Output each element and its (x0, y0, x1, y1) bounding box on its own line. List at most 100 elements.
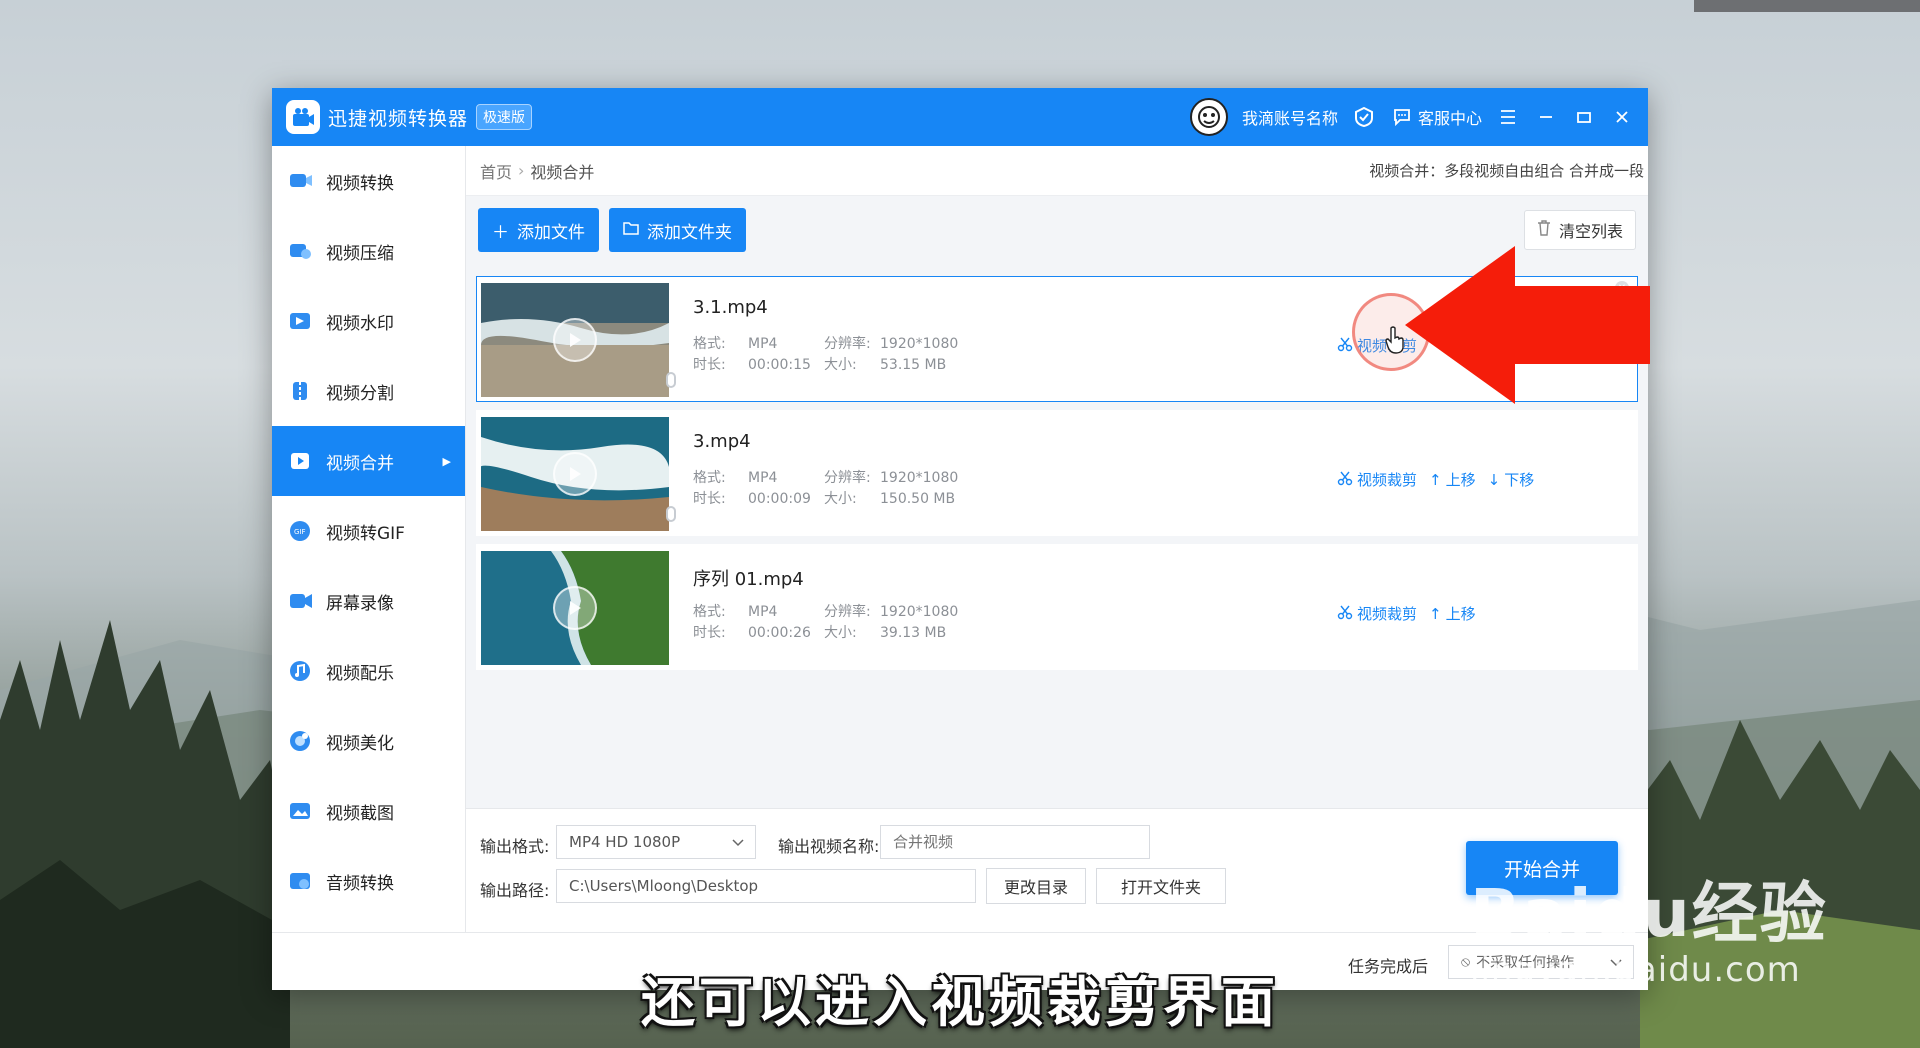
gif-icon: GIF (286, 516, 316, 546)
sidebar-item-video-screenshot[interactable]: 视频截图 (272, 776, 465, 846)
sidebar-item-label: 视频压缩 (326, 243, 394, 264)
sidebar-item-video-split[interactable]: 视频分割 (272, 356, 465, 426)
sidebar-item-label: 视频水印 (326, 313, 394, 334)
sidebar-item-video-beautify[interactable]: 视频美化 (272, 706, 465, 776)
menu-icon[interactable] (1496, 105, 1520, 129)
item-actions: 视频裁剪 ↑ 上移 ↓ 下移 (1337, 469, 1534, 490)
list-item[interactable]: 序列 01.mp4 格式: MP4 分辨率: 1920*1080 时长: 00:00:2… (476, 544, 1638, 670)
trim-label: 视频裁剪 (1357, 471, 1418, 489)
sidebar-item-video-watermark[interactable]: 视频水印 (272, 286, 465, 356)
service-center-label: 客服中心 (1417, 109, 1482, 128)
add-file-label: 添加文件 (517, 222, 585, 243)
baidu-watermark: Baidu经验 jingyan.baidu.com (1470, 860, 1828, 990)
output-path-value: C:\Users\Mloong\Desktop (569, 877, 759, 895)
video-compress-icon (286, 236, 316, 266)
caret-right-icon: ▶ (442, 454, 451, 468)
size-value: 39.13 MB (880, 625, 947, 641)
add-file-button[interactable]: ＋ 添加文件 (478, 208, 599, 252)
minimize-icon[interactable] (1534, 105, 1558, 129)
move-up-button[interactable]: ↑ 上移 (1429, 603, 1476, 624)
file-meta-row: 格式: MP4 分辨率: 1920*1080 (693, 333, 958, 353)
maximize-icon[interactable] (1572, 105, 1596, 129)
sidebar-item-video-music[interactable]: 视频配乐 (272, 636, 465, 706)
play-icon[interactable] (553, 318, 597, 362)
output-name-label: 输出视频名称: (778, 837, 880, 856)
screenshot-icon (286, 796, 316, 826)
sidebar-item-audio-convert[interactable]: 音频转换 (272, 846, 465, 916)
add-folder-button[interactable]: 添加文件夹 (609, 208, 746, 252)
resolution-value: 1920*1080 (880, 470, 959, 486)
scissors-icon (1337, 470, 1353, 490)
sidebar-item-video-merge[interactable]: 视频合并 ▶ (272, 426, 465, 496)
link-icon (666, 372, 676, 388)
format-value: MP4 (748, 470, 778, 486)
sidebar-item-screen-record[interactable]: 屏幕录像 (272, 566, 465, 636)
video-thumbnail[interactable] (481, 417, 669, 531)
video-thumbnail[interactable] (481, 551, 669, 665)
hand-cursor-icon (1385, 326, 1404, 354)
format-value: MP4 (748, 336, 778, 352)
file-meta-row: 格式: MP4 分辨率: 1920*1080 (693, 467, 958, 487)
trim-label: 视频裁剪 (1357, 605, 1418, 623)
output-path-field[interactable]: C:\Users\Mloong\Desktop (556, 869, 976, 903)
clear-list-label: 清空列表 (1558, 222, 1623, 241)
sidebar-item-label: 视频转GIF (326, 523, 405, 544)
list-item[interactable]: 3.mp4 格式: MP4 分辨率: 1920*1080 时长: 00:00:09 大小:… (476, 410, 1638, 536)
arrow-up-icon: ↑ (1429, 604, 1442, 623)
video-thumbnail[interactable] (481, 283, 669, 397)
move-down-label: 下移 (1504, 471, 1535, 489)
scissors-icon (1337, 604, 1353, 624)
move-up-label: 上移 (1445, 471, 1476, 489)
file-meta-row: 时长: 00:00:15 大小: 53.15 MB (693, 354, 946, 374)
sidebar-item-video-gif[interactable]: GIF 视频转GIF (272, 496, 465, 566)
beautify-icon (286, 726, 316, 756)
size-value: 53.15 MB (880, 357, 947, 373)
avatar[interactable] (1189, 98, 1228, 136)
play-icon[interactable] (553, 586, 597, 630)
service-center-button[interactable]: 客服中心 (1390, 105, 1482, 129)
file-name: 序列 01.mp4 (693, 569, 804, 590)
clear-list-button[interactable]: 清空列表 (1523, 210, 1636, 250)
format-label: 格式: (693, 336, 726, 352)
video-convert-icon (286, 166, 316, 196)
sidebar-item-video-compress[interactable]: 视频压缩 (272, 216, 465, 286)
shield-icon[interactable] (1352, 105, 1376, 129)
file-meta-row: 格式: MP4 分辨率: 1920*1080 (693, 601, 958, 621)
link-icon (666, 506, 676, 522)
sidebar-item-label: 屏幕录像 (326, 593, 394, 614)
sidebar-item-label: 视频配乐 (326, 663, 394, 684)
folder-icon (623, 220, 639, 240)
move-up-button[interactable]: ↑ 上移 (1429, 469, 1476, 490)
svg-text:GIF: GIF (294, 528, 306, 536)
breadcrumb-home[interactable]: 首页 (480, 159, 512, 183)
file-meta-row: 时长: 00:00:09 大小: 150.50 MB (693, 488, 955, 508)
size-label: 大小: (824, 491, 857, 507)
output-name-input[interactable] (880, 825, 1150, 859)
size-value: 150.50 MB (880, 491, 956, 507)
sidebar-item-label: 视频转换 (326, 173, 394, 194)
move-up-label: 上移 (1445, 605, 1476, 623)
sidebar-item-video-convert[interactable]: 视频转换 (272, 146, 465, 216)
output-format-label: 输出格式: (480, 837, 550, 856)
trim-button[interactable]: 视频裁剪 (1337, 603, 1417, 624)
breadcrumb-current: 视频合并 (530, 162, 595, 182)
close-icon[interactable] (1610, 105, 1634, 129)
change-directory-button[interactable]: 更改目录 (986, 868, 1086, 904)
output-format-select[interactable]: MP4 HD 1080P (556, 825, 756, 859)
open-folder-button[interactable]: 打开文件夹 (1096, 868, 1226, 904)
play-icon[interactable] (553, 452, 597, 496)
scissors-icon (1337, 336, 1353, 356)
file-meta-row: 时长: 00:00:26 大小: 39.13 MB (693, 622, 946, 642)
account-name[interactable]: 我滴账号名称 (1242, 105, 1338, 129)
sidebar-item-label: 音频转换 (326, 873, 394, 894)
format-value: MP4 (748, 604, 778, 620)
app-window: 迅捷视频转换器 极速版 我滴账号名称 客服中心 视频转换 视频压缩 视频水印 视… (272, 88, 1648, 990)
watermark-url: jingyan.baidu.com (1470, 950, 1801, 990)
duration-value: 00:00:15 (748, 357, 811, 373)
resolution-label: 分辨率: (824, 336, 871, 352)
chevron-down-icon (731, 835, 745, 853)
trim-button[interactable]: 视频裁剪 (1337, 469, 1417, 490)
add-folder-label: 添加文件夹 (647, 222, 732, 243)
plus-icon: ＋ (492, 222, 509, 243)
move-down-button[interactable]: ↓ 下移 (1488, 469, 1535, 490)
